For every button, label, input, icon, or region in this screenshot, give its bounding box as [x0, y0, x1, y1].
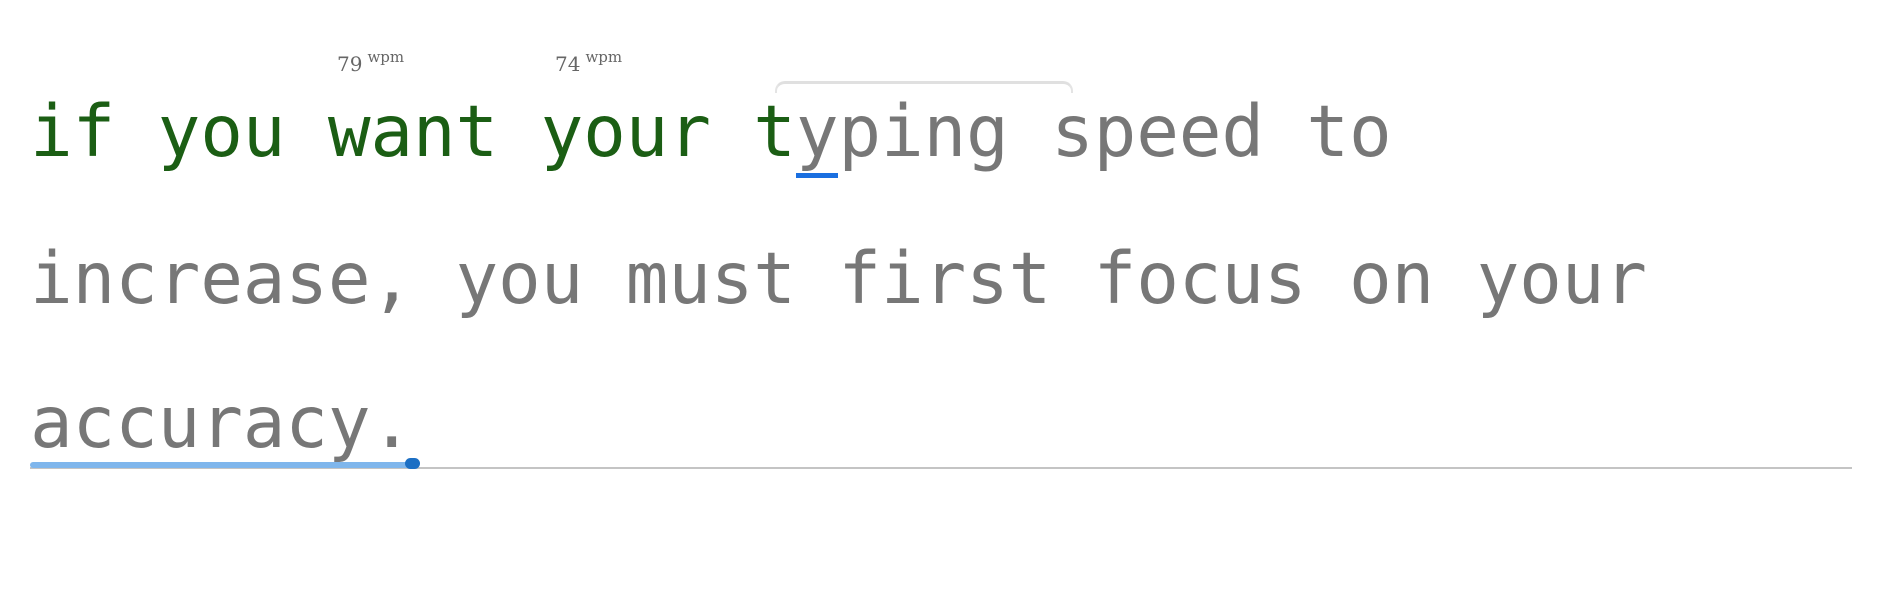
char: r	[923, 237, 967, 320]
current-word-highlight	[775, 81, 1073, 93]
char: a	[30, 381, 73, 464]
char: u	[668, 237, 711, 320]
char-space	[796, 233, 839, 325]
char: t	[753, 86, 796, 178]
char: c	[285, 381, 329, 464]
wpm-value: 74	[555, 52, 581, 76]
char: c	[115, 381, 158, 464]
char-space	[1264, 86, 1307, 178]
char: y	[455, 237, 499, 320]
char: r	[200, 381, 243, 464]
char: i	[880, 237, 924, 320]
progress-knob	[405, 458, 420, 469]
char: n	[1391, 237, 1435, 320]
char: g	[966, 90, 1009, 173]
char: f	[1093, 237, 1137, 320]
char: s	[1263, 237, 1307, 320]
char: d	[1221, 90, 1265, 173]
char: m	[625, 237, 669, 320]
progress-fill	[30, 462, 413, 468]
char-space	[498, 86, 541, 178]
char: o	[200, 86, 243, 178]
char: c	[72, 381, 116, 464]
char-space	[413, 233, 456, 325]
char: c	[1178, 237, 1222, 320]
char: y	[327, 381, 371, 464]
text-line-1: if you want your typing speed to	[30, 86, 1434, 178]
typing-area[interactable]: if you want your typing speed to increas…	[0, 0, 1880, 590]
char: c	[115, 237, 158, 320]
char: y	[1476, 237, 1520, 320]
char-space	[1434, 233, 1477, 325]
char-space	[1306, 233, 1349, 325]
char: t	[1306, 90, 1350, 173]
wpm-marker: 74 wpm	[555, 48, 622, 76]
char: o	[1519, 237, 1562, 320]
char: p	[838, 90, 882, 173]
char: o	[498, 237, 541, 320]
char: i	[30, 237, 73, 320]
text-cursor	[795, 173, 839, 178]
char: u	[1221, 237, 1265, 320]
char: o	[1348, 237, 1392, 320]
char: n	[72, 237, 116, 320]
text-line-2: increase, you must first focus on your	[30, 233, 1689, 325]
char: p	[1093, 90, 1137, 173]
char-space	[1051, 233, 1094, 325]
char: y	[795, 86, 839, 178]
char: w	[328, 86, 371, 178]
char: a	[370, 86, 413, 178]
char: u	[626, 86, 668, 178]
char: u	[1561, 237, 1605, 320]
char: r	[668, 86, 711, 178]
char-space	[285, 86, 328, 178]
char: f	[838, 237, 882, 320]
char: u	[243, 86, 285, 178]
char: o	[583, 86, 626, 178]
char: o	[1348, 90, 1392, 173]
char: o	[1136, 237, 1179, 320]
char: f	[73, 86, 115, 178]
char: e	[327, 237, 371, 320]
char: n	[413, 86, 456, 178]
char: i	[30, 86, 73, 178]
char: y	[541, 86, 583, 178]
char: s	[966, 237, 1009, 320]
char-space	[1647, 233, 1690, 325]
char-space	[115, 86, 158, 178]
wpm-value: 79	[337, 52, 363, 76]
char: n	[923, 90, 967, 173]
char: r	[1604, 237, 1647, 320]
wpm-unit: wpm	[585, 48, 623, 66]
char-space	[711, 86, 754, 178]
char: s	[710, 237, 754, 320]
char: y	[158, 86, 200, 178]
char: u	[540, 237, 584, 320]
char-space	[1392, 86, 1435, 178]
char: t	[753, 237, 797, 320]
char: .	[370, 381, 414, 464]
char-space	[1009, 86, 1052, 178]
wpm-marker: 79 wpm	[337, 48, 404, 76]
char: s	[285, 237, 329, 320]
char: u	[157, 381, 201, 464]
char-space	[583, 233, 626, 325]
char: s	[1051, 90, 1094, 173]
char: a	[242, 237, 286, 320]
char: t	[455, 86, 498, 178]
text-line-3: accuracy.	[30, 377, 413, 469]
char: t	[1008, 237, 1052, 320]
char: a	[242, 381, 286, 464]
char: i	[880, 90, 924, 173]
char: e	[200, 237, 243, 320]
char: ,	[370, 237, 414, 320]
char: e	[1136, 90, 1179, 173]
char: r	[157, 237, 201, 320]
char: e	[1178, 90, 1222, 173]
wpm-unit: wpm	[367, 48, 405, 66]
